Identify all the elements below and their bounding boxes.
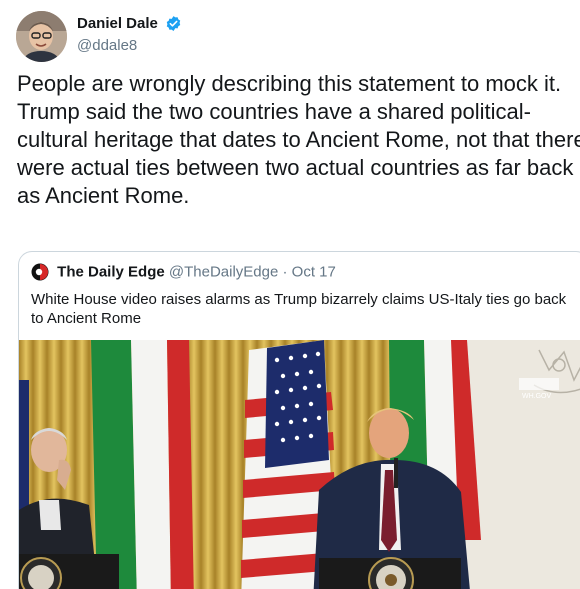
quoted-tweet-header: The Daily Edge @TheDailyEdge · Oct 17	[31, 263, 336, 281]
tweet: Daniel Dale @ddale8 People are wrongly d…	[0, 0, 580, 589]
author-handle[interactable]: @ddale8	[77, 37, 182, 54]
author-avatar[interactable]	[16, 11, 67, 62]
podium-left	[19, 554, 119, 589]
author-display-name[interactable]: Daniel Dale	[77, 15, 158, 32]
tweet-text: People are wrongly describing this state…	[17, 71, 580, 208]
podium-right	[319, 557, 461, 589]
quoted-tweet-text: White House video raises alarms as Trump…	[31, 291, 567, 327]
verified-badge-icon	[167, 16, 181, 32]
daily-edge-logo-icon	[31, 263, 49, 281]
quoted-author-name[interactable]: The Daily Edge	[57, 264, 165, 281]
quoted-author-handle[interactable]: @TheDailyEdge	[169, 264, 278, 281]
author-info: Daniel Dale @ddale8	[77, 15, 182, 54]
quoted-tweet-card[interactable]: The Daily Edge @TheDailyEdge · Oct 17 Wh…	[18, 251, 580, 589]
quoted-tweet-date[interactable]: Oct 17	[292, 264, 336, 281]
italian-flag-left	[91, 340, 194, 589]
quoted-tweet-video-thumbnail[interactable]: WH.GOV	[19, 340, 580, 589]
person-avatar-icon	[16, 11, 67, 62]
quoted-separator: ·	[282, 263, 288, 281]
watermark-text: WH.GOV	[522, 393, 551, 400]
